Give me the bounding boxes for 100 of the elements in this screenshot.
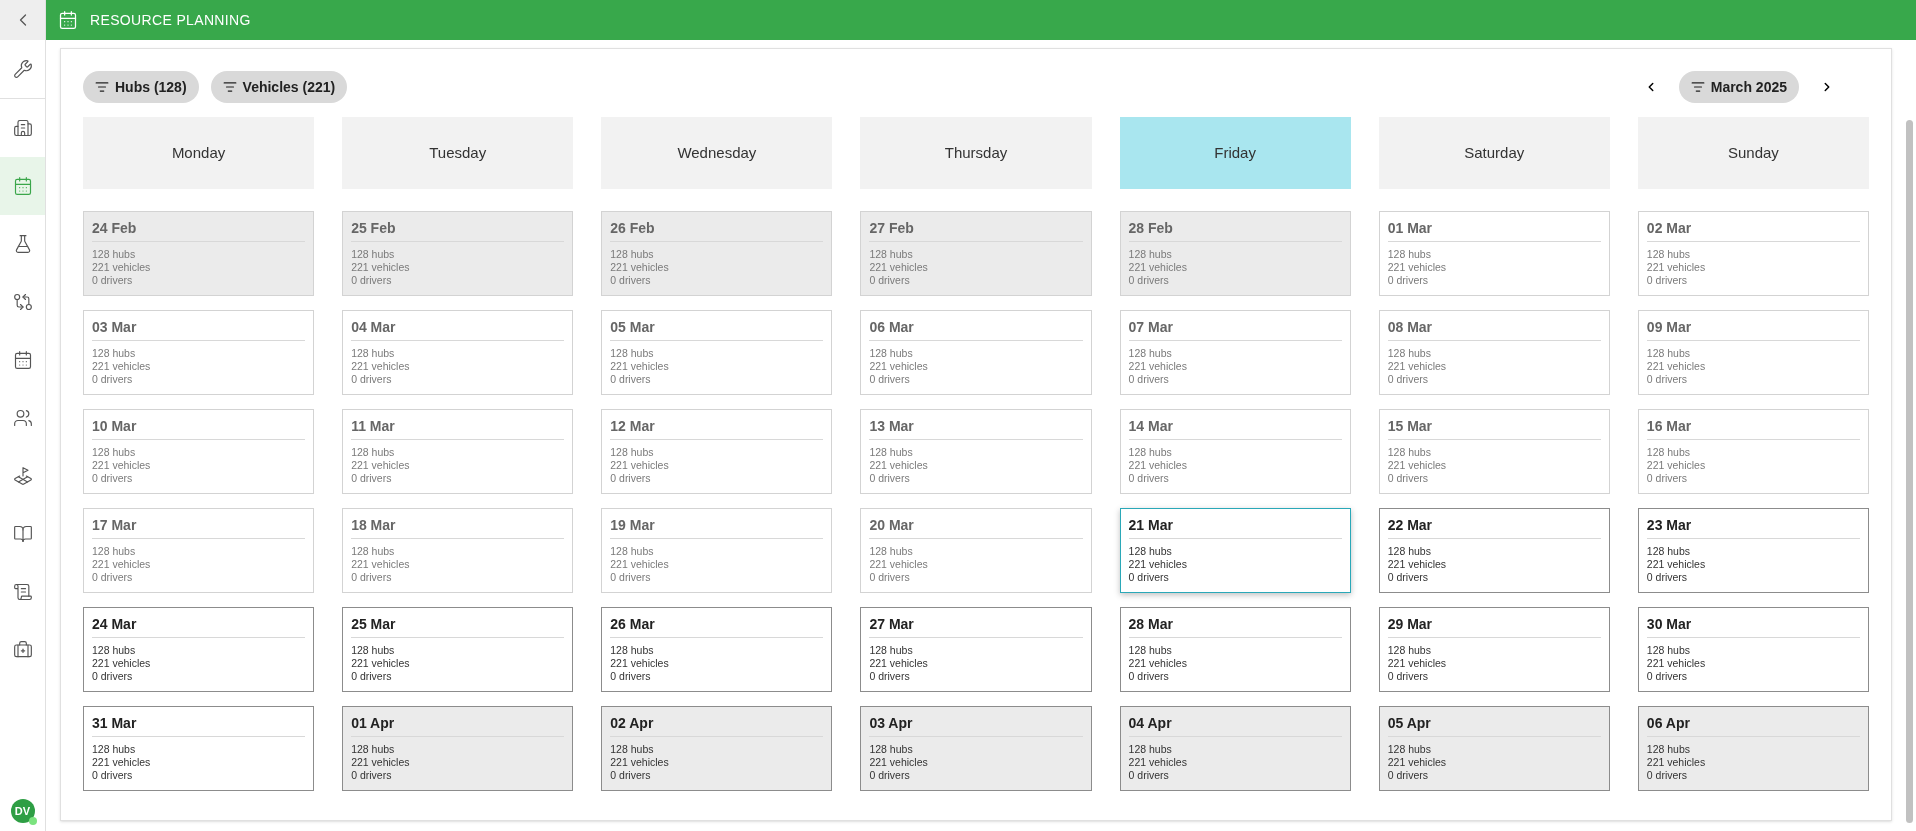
day-date: 08 Mar [1387, 318, 1601, 341]
compare-arrows-icon [12, 292, 33, 312]
drivers-count: 0 drivers [1387, 274, 1429, 287]
filter-chip[interactable]: Hubs (128) [83, 71, 199, 103]
day-card[interactable]: 05 Apr 128 hubs 221 vehicles 0 drivers [1378, 706, 1610, 791]
weekday-header: Monday [83, 117, 315, 189]
day-date: 05 Apr [1387, 714, 1601, 737]
day-card[interactable]: 26 Mar 128 hubs 221 vehicles 0 drivers [601, 607, 833, 692]
scrollbar-thumb[interactable] [1906, 120, 1913, 823]
drivers-count: 0 drivers [92, 571, 134, 584]
day-date: 21 Mar [1128, 516, 1342, 539]
hubs-count: 128 hubs [1646, 644, 1692, 657]
drivers-count: 0 drivers [1128, 571, 1170, 584]
day-card[interactable]: 09 Mar 128 hubs 221 vehicles 0 drivers [1637, 310, 1869, 395]
day-card[interactable]: 11 Mar 128 hubs 221 vehicles 0 drivers [342, 409, 574, 494]
vehicles-count: 221 vehicles [1646, 558, 1707, 571]
day-date: 26 Feb [610, 219, 824, 242]
hubs-count: 128 hubs [92, 644, 137, 657]
hubs-count: 128 hubs [1128, 743, 1173, 756]
day-card[interactable]: 06 Apr 128 hubs 221 vehicles 0 drivers [1637, 706, 1869, 791]
day-card[interactable]: 19 Mar 128 hubs 221 vehicles 0 drivers [601, 508, 833, 593]
day-card[interactable]: 22 Mar 128 hubs 221 vehicles 0 drivers [1378, 508, 1610, 593]
day-card[interactable]: 13 Mar 128 hubs 221 vehicles 0 drivers [860, 409, 1092, 494]
day-date: 25 Mar [351, 615, 565, 638]
flag-icon [12, 466, 33, 486]
day-card[interactable]: 23 Mar 128 hubs 221 vehicles 0 drivers [1637, 508, 1869, 593]
day-card[interactable]: 05 Mar 128 hubs 221 vehicles 0 drivers [601, 310, 833, 395]
day-card[interactable]: 16 Mar 128 hubs 221 vehicles 0 drivers [1637, 409, 1869, 494]
vehicles-count: 221 vehicles [351, 459, 411, 472]
hubs-count: 128 hubs [869, 248, 914, 261]
hubs-count: 128 hubs [92, 347, 137, 360]
day-date: 11 Mar [351, 417, 565, 440]
day-card[interactable]: 02 Apr 128 hubs 221 vehicles 0 drivers [601, 706, 833, 791]
day-date: 20 Mar [869, 516, 1083, 539]
day-card[interactable]: 20 Mar 128 hubs 221 vehicles 0 drivers [860, 508, 1092, 593]
day-date: 25 Feb [351, 219, 565, 242]
avatar[interactable]: DV [10, 799, 35, 823]
day-card[interactable]: 27 Mar 128 hubs 221 vehicles 0 drivers [860, 607, 1092, 692]
day-card[interactable]: 31 Mar 128 hubs 221 vehicles 0 drivers [83, 706, 315, 791]
vehicles-count: 221 vehicles [610, 657, 670, 670]
day-date: 04 Mar [351, 318, 565, 341]
hubs-count: 128 hubs [92, 248, 137, 261]
hubs-count: 128 hubs [92, 743, 137, 756]
day-date: 07 Mar [1128, 318, 1342, 341]
day-card[interactable]: 25 Feb 128 hubs 221 vehicles 0 drivers [342, 211, 574, 296]
day-date: 19 Mar [610, 516, 824, 539]
day-card[interactable]: 06 Mar 128 hubs 221 vehicles 0 drivers [860, 310, 1092, 395]
drivers-count: 0 drivers [869, 571, 911, 584]
day-date: 01 Mar [1387, 219, 1601, 242]
day-card[interactable]: 24 Mar 128 hubs 221 vehicles 0 drivers [83, 607, 315, 692]
filter-icon [95, 80, 109, 94]
drivers-count: 0 drivers [1387, 472, 1429, 485]
day-card[interactable]: 14 Mar 128 hubs 221 vehicles 0 drivers [1119, 409, 1351, 494]
drivers-count: 0 drivers [1646, 670, 1689, 683]
day-card[interactable]: 28 Feb 128 hubs 221 vehicles 0 drivers [1119, 211, 1351, 296]
page-title: RESOURCE PLANNING [90, 10, 251, 30]
vehicles-count: 221 vehicles [351, 261, 411, 274]
hubs-count: 128 hubs [1128, 248, 1173, 261]
day-card[interactable]: 04 Apr 128 hubs 221 vehicles 0 drivers [1119, 706, 1351, 791]
users-icon [12, 408, 33, 428]
day-card[interactable]: 02 Mar 128 hubs 221 vehicles 0 drivers [1637, 211, 1869, 296]
day-card[interactable]: 21 Mar 128 hubs 221 vehicles 0 drivers [1119, 508, 1351, 593]
day-card[interactable]: 18 Mar 128 hubs 221 vehicles 0 drivers [342, 508, 574, 593]
day-date: 02 Apr [610, 714, 824, 737]
day-card[interactable]: 15 Mar 128 hubs 221 vehicles 0 drivers [1378, 409, 1610, 494]
drivers-count: 0 drivers [1387, 670, 1429, 683]
day-card[interactable]: 01 Apr 128 hubs 221 vehicles 0 drivers [342, 706, 574, 791]
drivers-count: 0 drivers [92, 472, 134, 485]
day-card[interactable]: 17 Mar 128 hubs 221 vehicles 0 drivers [83, 508, 315, 593]
filter-chip[interactable]: Vehicles (221) [210, 71, 348, 103]
day-date: 02 Mar [1646, 219, 1860, 242]
day-card[interactable]: 01 Mar 128 hubs 221 vehicles 0 drivers [1378, 211, 1610, 296]
day-card[interactable]: 04 Mar 128 hubs 221 vehicles 0 drivers [342, 310, 574, 395]
day-card[interactable]: 07 Mar 128 hubs 221 vehicles 0 drivers [1119, 310, 1351, 395]
day-card[interactable]: 12 Mar 128 hubs 221 vehicles 0 drivers [601, 409, 833, 494]
day-card[interactable]: 03 Mar 128 hubs 221 vehicles 0 drivers [83, 310, 315, 395]
day-card[interactable]: 30 Mar 128 hubs 221 vehicles 0 drivers [1637, 607, 1869, 692]
drivers-count: 0 drivers [610, 670, 652, 683]
day-date: 29 Mar [1387, 615, 1601, 638]
weekday-header: Thursday [860, 117, 1092, 189]
hubs-count: 128 hubs [869, 743, 914, 756]
day-card[interactable]: 25 Mar 128 hubs 221 vehicles 0 drivers [342, 607, 574, 692]
day-card[interactable]: 28 Mar 128 hubs 221 vehicles 0 drivers [1119, 607, 1351, 692]
day-card[interactable]: 27 Feb 128 hubs 221 vehicles 0 drivers [860, 211, 1092, 296]
vehicles-count: 221 vehicles [1387, 261, 1448, 274]
vehicles-count: 221 vehicles [610, 459, 670, 472]
day-card[interactable]: 10 Mar 128 hubs 221 vehicles 0 drivers [83, 409, 315, 494]
calendar-icon [58, 10, 78, 30]
filter-icon [222, 80, 237, 94]
vehicles-count: 221 vehicles [1128, 756, 1188, 769]
drivers-count: 0 drivers [351, 670, 393, 683]
day-card[interactable]: 26 Feb 128 hubs 221 vehicles 0 drivers [601, 211, 833, 296]
month-picker[interactable]: March 2025 [1678, 71, 1799, 103]
day-card[interactable]: 03 Apr 128 hubs 221 vehicles 0 drivers [860, 706, 1092, 791]
hubs-count: 128 hubs [92, 446, 137, 459]
day-card[interactable]: 24 Feb 128 hubs 221 vehicles 0 drivers [83, 211, 315, 296]
weekday-header: Tuesday [342, 117, 574, 189]
day-card[interactable]: 29 Mar 128 hubs 221 vehicles 0 drivers [1378, 607, 1610, 692]
drivers-count: 0 drivers [92, 670, 134, 683]
day-card[interactable]: 08 Mar 128 hubs 221 vehicles 0 drivers [1378, 310, 1610, 395]
